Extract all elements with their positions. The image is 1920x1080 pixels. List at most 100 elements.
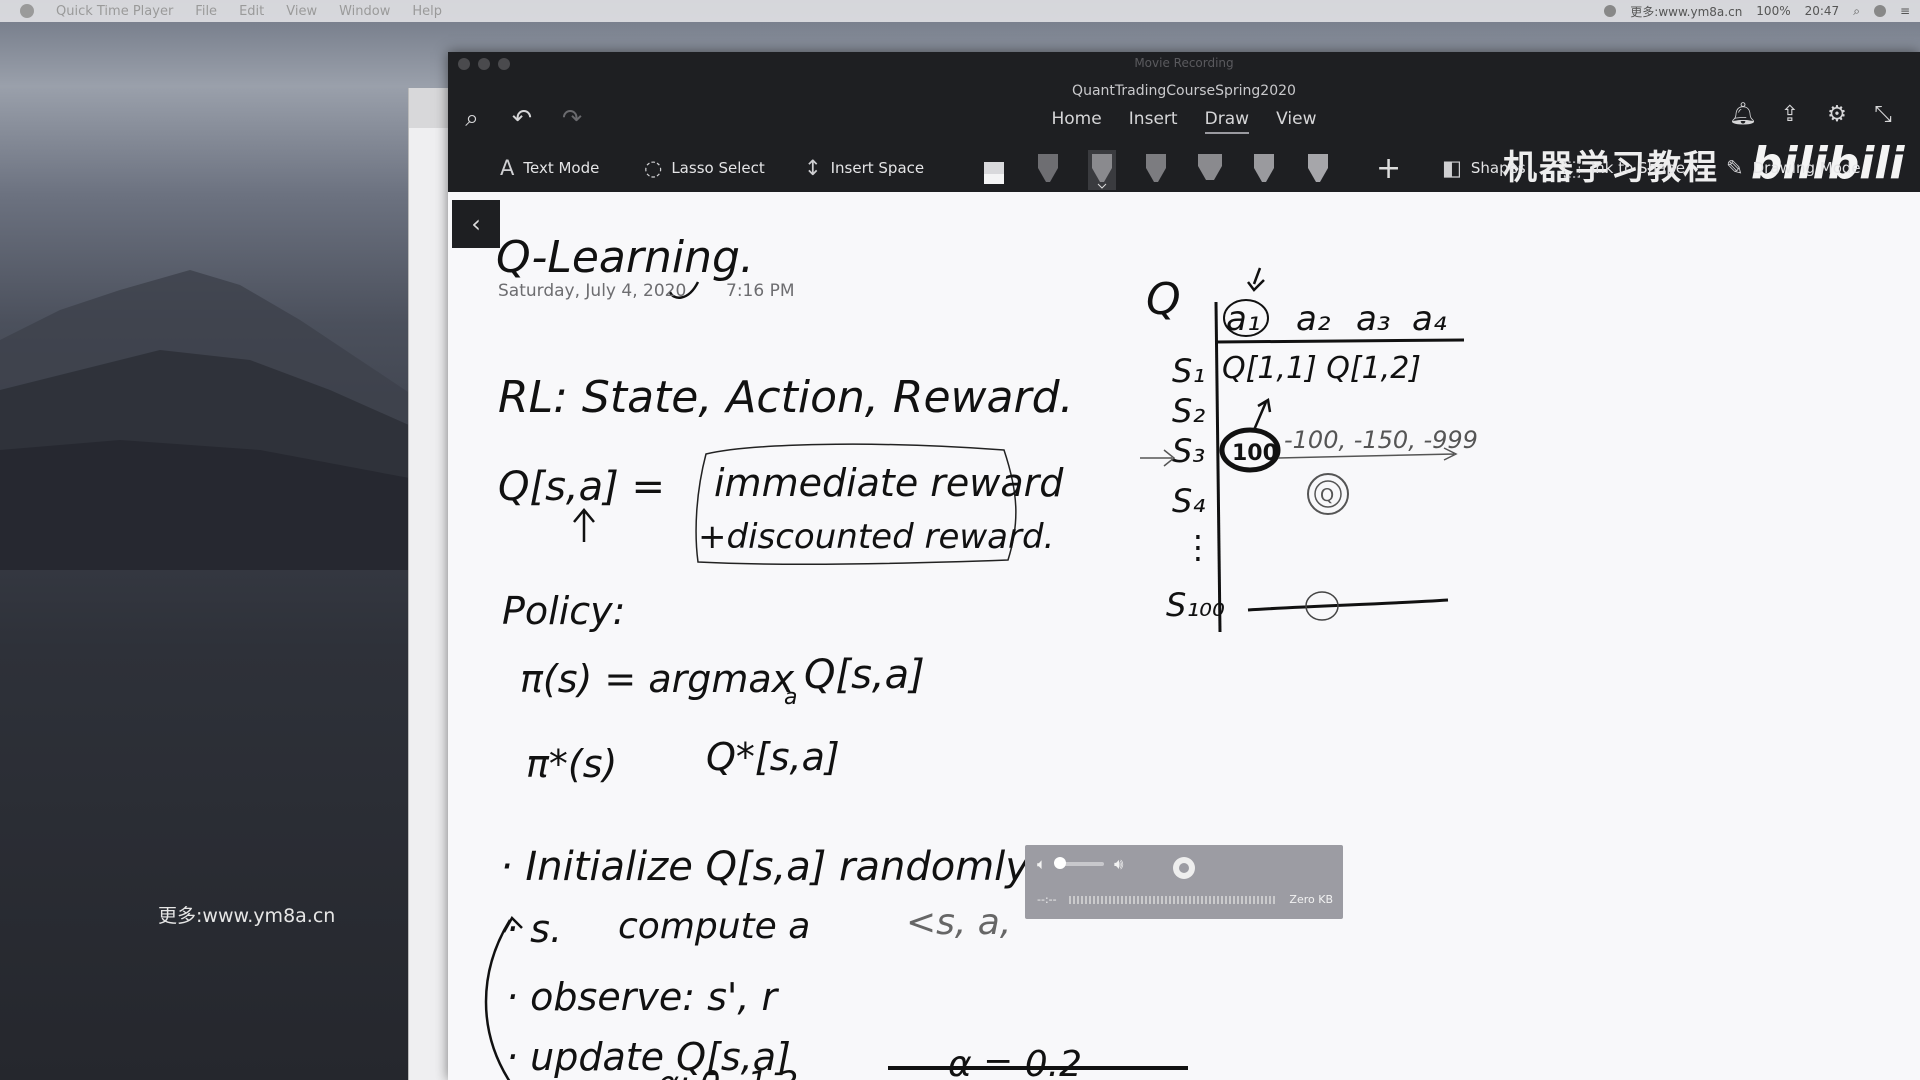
text-mode-label: Text Mode [523, 159, 600, 177]
pen-tool-1[interactable] [1034, 150, 1062, 190]
note-canvas[interactable]: ‹ Q-Learning. RL: State, Action, Reward.… [448, 192, 1920, 1080]
add-pen-button[interactable]: + [1376, 144, 1401, 192]
siri-icon[interactable] [1873, 5, 1886, 17]
apple-menu-icon[interactable] [20, 4, 34, 18]
draw-ribbon: A Text Mode ◌ Lasso Select ↕ Insert Spac… [448, 140, 1920, 192]
recording-size: Zero KB [1289, 893, 1333, 906]
note-alpha-range[interactable]: α: 0~1.2 [658, 1064, 798, 1080]
drawing-mode-label: Drawing Mode [1752, 159, 1861, 177]
volume-slider[interactable] [1054, 857, 1105, 869]
drawing-mode-icon: ✎ [1726, 156, 1744, 180]
ink-to-shape-label: Ink to Shape [1590, 159, 1686, 177]
pen-tool-3[interactable] [1142, 150, 1170, 190]
note-pi-sub[interactable]: a [784, 685, 797, 710]
note-rl-line[interactable]: RL: State, Action, Reward. [498, 372, 1073, 423]
title-bar: Movie Recording QuantTradingCourseSpring… [448, 52, 1920, 192]
table-action-a2[interactable]: a₂ [1296, 299, 1331, 339]
menubar-file[interactable]: File [195, 4, 217, 19]
note-immediate-reward[interactable]: immediate reward [714, 461, 1064, 505]
table-state-s3[interactable]: S₃ [1172, 432, 1205, 470]
mountain-scenery [0, 270, 420, 570]
note-compute-a[interactable]: compute a [618, 906, 810, 947]
highlighter-tool-3[interactable] [1304, 150, 1332, 190]
onenote-window: Movie Recording QuantTradingCourseSpring… [448, 52, 1920, 1080]
table-state-s2[interactable]: S₂ [1172, 392, 1205, 430]
record-button[interactable] [1173, 857, 1195, 879]
menubar-status-area: 更多:www.ym8a.cn 100% 20:47 ⌕ ≡ [1604, 0, 1910, 22]
tab-home[interactable]: Home [1052, 109, 1102, 132]
macos-menubar: Quick Time Player File Edit View Window … [0, 0, 1920, 22]
table-action-a3[interactable]: a₃ [1356, 299, 1390, 339]
bell-icon[interactable]: 🔔︎ [1728, 102, 1758, 127]
tab-draw[interactable]: Draw [1204, 109, 1250, 134]
eraser-tool[interactable] [980, 150, 1008, 190]
menubar-edit[interactable]: Edit [239, 4, 264, 19]
menubar-overlay-text: 更多:www.ym8a.cn [1630, 4, 1743, 19]
page-title[interactable]: Q-Learning. [496, 232, 754, 283]
insert-space-button[interactable]: ↕ Insert Space [804, 144, 924, 192]
tab-insert[interactable]: Insert [1129, 109, 1178, 132]
table-s3-value[interactable]: 100 [1232, 441, 1278, 466]
handwritten-ink: Q-Learning. RL: State, Action, Reward. Q… [484, 232, 1478, 1080]
drawing-mode-button[interactable]: ✎ Drawing Mode [1726, 144, 1861, 192]
note-pi-eq[interactable]: π(s) = argmax [520, 657, 795, 701]
note-policy[interactable]: Policy: [502, 589, 625, 633]
note-pi-rhs[interactable]: Q[s,a] [804, 652, 925, 698]
menubar-help[interactable]: Help [412, 4, 442, 19]
recording-volume-popup: 🔈︎ 🔊︎ --:-- Zero KB [1025, 845, 1343, 919]
menubar-clock[interactable]: 20:47 [1805, 4, 1840, 18]
page-date: Saturday, July 4, 2020 [498, 281, 687, 301]
table-action-a4[interactable]: a₄ [1412, 299, 1447, 339]
recording-title: Movie Recording [1134, 56, 1234, 70]
menubar-app-name[interactable]: Quick Time Player [56, 4, 173, 19]
highlighter-tool-1[interactable] [1196, 150, 1224, 190]
highlighter-tool-2[interactable] [1250, 150, 1278, 190]
text-cursor-icon: A [500, 156, 515, 180]
lasso-select-label: Lasso Select [671, 159, 765, 177]
note-q-def[interactable]: Q[s,a] = [498, 464, 665, 510]
volume-high-icon: 🔊︎ [1114, 855, 1124, 873]
note-tuple[interactable]: <s, a, [906, 902, 1011, 943]
table-cells-row1[interactable]: Q[1,1] Q[1,2] [1222, 351, 1421, 386]
ribbon-tabs: Home Insert Draw View [448, 109, 1920, 134]
note-observe[interactable]: · observe: s', r [506, 975, 779, 1019]
table-circled-q[interactable]: Q [1320, 485, 1334, 506]
ink-to-shape-icon: ⬚ [1562, 156, 1582, 180]
note-initialize[interactable]: · Initialize Q[s,a] randomly. [500, 844, 1039, 890]
shapes-button[interactable]: ◧ Shapes [1442, 144, 1526, 192]
insert-space-label: Insert Space [830, 159, 925, 177]
ink-to-shape-button[interactable]: ⬚ Ink to Shape [1562, 144, 1685, 192]
lasso-select-button[interactable]: ◌ Lasso Select [644, 144, 765, 192]
battery-percent: 100% [1756, 4, 1791, 18]
lasso-icon: ◌ [644, 156, 663, 180]
collapse-icon[interactable]: ⤡ [1868, 102, 1898, 127]
gear-icon[interactable]: ⚙ [1822, 102, 1852, 127]
search-icon[interactable]: ⌕ [1853, 4, 1860, 19]
note-q-star[interactable]: Q*[s,a] [706, 735, 840, 779]
volume-slider-knob[interactable] [1054, 857, 1067, 869]
note-pi-star[interactable]: π*(s) [526, 742, 617, 786]
website-watermark: 更多:www.ym8a.cn [158, 905, 336, 927]
note-alpha[interactable]: α = 0.2 [948, 1044, 1082, 1080]
table-state-s100[interactable]: S₁₀₀ [1166, 586, 1225, 624]
document-title: QuantTradingCourseSpring2020 [1072, 83, 1296, 99]
notification-center-icon[interactable]: ≡ [1900, 4, 1910, 18]
note-discounted-reward[interactable]: +discounted reward. [698, 517, 1054, 557]
note-step-s[interactable]: · s. [506, 907, 562, 951]
record-status-icon[interactable] [1604, 5, 1617, 17]
insert-space-icon: ↕ [804, 156, 822, 180]
tab-view[interactable]: View [1276, 109, 1316, 132]
table-state-ellipsis: ⋮ [1182, 528, 1214, 566]
table-state-s1[interactable]: S₁ [1172, 352, 1205, 390]
table-state-s4[interactable]: S₄ [1172, 482, 1205, 520]
pen-tool-2-selected[interactable] [1088, 150, 1116, 190]
page-time: 7:16 PM [726, 281, 795, 301]
shapes-label: Shapes [1470, 159, 1526, 177]
menubar-view[interactable]: View [286, 4, 317, 19]
table-q-label[interactable]: Q [1146, 274, 1181, 325]
share-icon[interactable]: ⇪ [1775, 102, 1805, 127]
volume-row: 🔈︎ 🔊︎ [1037, 855, 1123, 873]
text-mode-button[interactable]: A Text Mode [500, 144, 599, 192]
volume-low-icon: 🔈︎ [1037, 855, 1047, 873]
menubar-window[interactable]: Window [339, 4, 390, 19]
